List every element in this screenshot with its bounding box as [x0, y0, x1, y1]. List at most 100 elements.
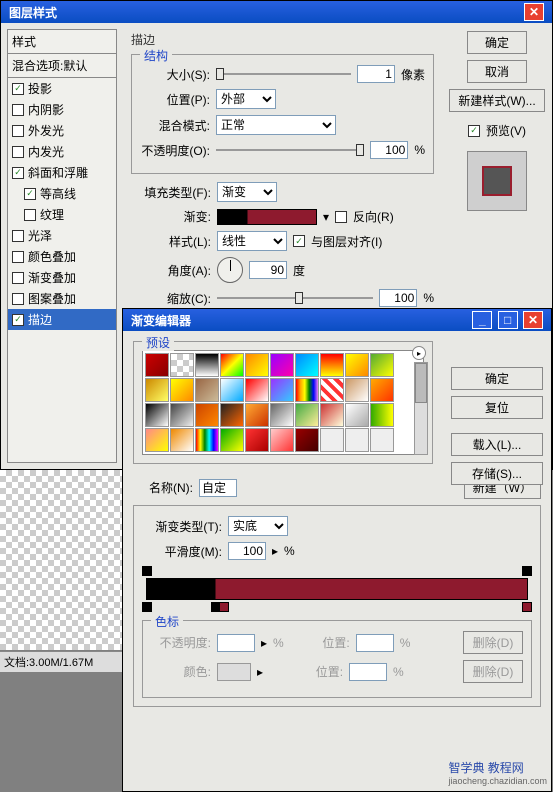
structure-legend: 结构 [140, 47, 172, 64]
scale-row: 缩放(C): % [131, 289, 434, 307]
style-row: 样式(L): 线性 与图层对齐(I) [131, 231, 434, 251]
effect-grad-overlay[interactable]: 渐变叠加 [8, 267, 116, 288]
layer-style-title: 图层样式 [9, 4, 57, 21]
effect-inner-glow[interactable]: 内发光 [8, 141, 116, 162]
effect-drop-shadow[interactable]: 投影 [8, 78, 116, 99]
chevron-down-icon: ▸ [261, 636, 267, 650]
checkbox-icon[interactable] [12, 230, 24, 242]
cancel-button[interactable]: 取消 [467, 60, 527, 83]
gradtype-select[interactable]: 实底 [228, 516, 288, 536]
checkbox-icon[interactable] [12, 125, 24, 137]
align-checkbox[interactable] [293, 235, 305, 247]
size-row: 大小(S): 像素 [140, 65, 425, 83]
angle-input[interactable] [249, 261, 287, 279]
gradient-row: 渐变: ▾ 反向(R) [131, 208, 434, 225]
presets-legend: 预设 [142, 334, 174, 351]
blendmode-row: 混合模式: 正常 [140, 115, 425, 135]
preview-swatch [467, 151, 527, 211]
checkbox-icon[interactable] [12, 272, 24, 284]
chevron-down-icon: ▸ [257, 665, 263, 679]
color-stop[interactable] [219, 602, 229, 612]
gradient-editor-buttons: 确定 复位 载入(L)... 存储(S)... [451, 367, 543, 485]
color-stop[interactable] [522, 602, 532, 612]
size-input[interactable] [357, 65, 395, 83]
checkbox-icon[interactable] [12, 293, 24, 305]
chevron-down-icon[interactable]: ▸ [272, 544, 278, 558]
name-input[interactable] [199, 479, 237, 497]
effect-satin[interactable]: 光泽 [8, 225, 116, 246]
filltype-row: 填充类型(F): 渐变 [131, 182, 434, 202]
gradient-ramp[interactable] [146, 578, 528, 600]
scale-slider[interactable] [217, 290, 373, 306]
preview-checkbox[interactable] [468, 125, 480, 137]
color-stop-row: 颜色: ▸ 位置: % 删除(D) [151, 660, 523, 683]
checkbox-icon[interactable] [12, 314, 24, 326]
effect-bevel[interactable]: 斜面和浮雕 [8, 162, 116, 183]
chevron-down-icon[interactable]: ▾ [323, 210, 329, 224]
scale-input[interactable] [379, 289, 417, 307]
gradient-editor-titlebar[interactable]: 渐变编辑器 _ □ ✕ [123, 309, 551, 331]
preset-grid[interactable] [142, 350, 424, 455]
close-icon[interactable]: ✕ [523, 311, 543, 329]
color-stop[interactable] [142, 602, 152, 612]
reverse-checkbox[interactable] [335, 211, 347, 223]
size-slider[interactable] [216, 66, 351, 82]
opacity-input[interactable] [370, 141, 408, 159]
save-button[interactable]: 存储(S)... [451, 462, 543, 485]
effect-pattern-overlay[interactable]: 图案叠加 [8, 288, 116, 309]
watermark: 智学典 教程网 jiaocheng.chazidian.com [448, 759, 547, 786]
reset-button[interactable]: 复位 [451, 396, 543, 419]
delete-button[interactable]: 删除(D) [463, 631, 523, 654]
panel-title: 描边 [131, 31, 434, 48]
presets-box: 预设 ▸ [133, 341, 433, 464]
opacity-pos-input [356, 634, 394, 652]
ok-button[interactable]: 确定 [467, 31, 527, 54]
presets-scrollbar[interactable] [414, 362, 428, 455]
structure-fieldset: 结构 大小(S): 像素 位置(P): 外部 混合模式: 正常 不透明度(O): [131, 54, 434, 174]
load-button[interactable]: 载入(L)... [451, 433, 543, 456]
effect-stroke[interactable]: 描边 [8, 309, 116, 330]
smooth-input[interactable] [228, 542, 266, 560]
checkbox-icon[interactable] [24, 209, 36, 221]
delete-button[interactable]: 删除(D) [463, 660, 523, 683]
opacity-row: 不透明度(O): % [140, 141, 425, 159]
opacity-stop[interactable] [522, 566, 532, 576]
checkbox-icon[interactable] [24, 188, 36, 200]
styles-header[interactable]: 样式 [8, 30, 116, 54]
checkbox-icon[interactable] [12, 251, 24, 263]
gradient-editor-dialog: 渐变编辑器 _ □ ✕ 确定 复位 载入(L)... 存储(S)... 预设 ▸… [122, 308, 552, 792]
angle-dial[interactable] [217, 257, 243, 283]
color-pos-input [349, 663, 387, 681]
checkbox-icon[interactable] [12, 83, 24, 95]
effect-inner-shadow[interactable]: 内阴影 [8, 99, 116, 120]
maximize-icon[interactable]: □ [498, 311, 518, 329]
stops-legend: 色标 [151, 613, 183, 630]
checkbox-icon[interactable] [12, 167, 24, 179]
checkbox-icon[interactable] [12, 104, 24, 116]
checkbox-icon[interactable] [12, 146, 24, 158]
layer-style-titlebar[interactable]: 图层样式 ✕ [1, 1, 552, 23]
presets-menu-icon[interactable]: ▸ [412, 346, 426, 360]
canvas[interactable] [0, 470, 122, 650]
gradtype-fieldset: 渐变类型(T): 实底 平滑度(M): ▸ % 色标 [133, 505, 541, 707]
effect-contour[interactable]: 等高线 [8, 183, 116, 204]
effects-list: 样式 混合选项:默认 投影 内阴影 外发光 内发光 斜面和浮雕 等高线 纹理 光… [7, 29, 117, 463]
effect-outer-glow[interactable]: 外发光 [8, 120, 116, 141]
color-swatch[interactable] [217, 663, 251, 681]
opacity-stop-input [217, 634, 255, 652]
opacity-stop[interactable] [142, 566, 152, 576]
close-icon[interactable]: ✕ [524, 3, 544, 21]
opacity-slider[interactable] [216, 142, 364, 158]
position-select[interactable]: 外部 [216, 89, 276, 109]
blend-options[interactable]: 混合选项:默认 [8, 54, 116, 78]
newstyle-button[interactable]: 新建样式(W)... [449, 89, 544, 112]
style-select[interactable]: 线性 [217, 231, 287, 251]
effect-color-overlay[interactable]: 颜色叠加 [8, 246, 116, 267]
blendmode-select[interactable]: 正常 [216, 115, 336, 135]
ok-button[interactable]: 确定 [451, 367, 543, 390]
gradient-swatch[interactable] [217, 209, 317, 225]
minimize-icon[interactable]: _ [472, 311, 492, 329]
stops-fieldset: 色标 不透明度: ▸ % 位置: % 删除(D) 颜色: ▸ 位置: [142, 620, 532, 698]
effect-texture[interactable]: 纹理 [8, 204, 116, 225]
filltype-select[interactable]: 渐变 [217, 182, 277, 202]
